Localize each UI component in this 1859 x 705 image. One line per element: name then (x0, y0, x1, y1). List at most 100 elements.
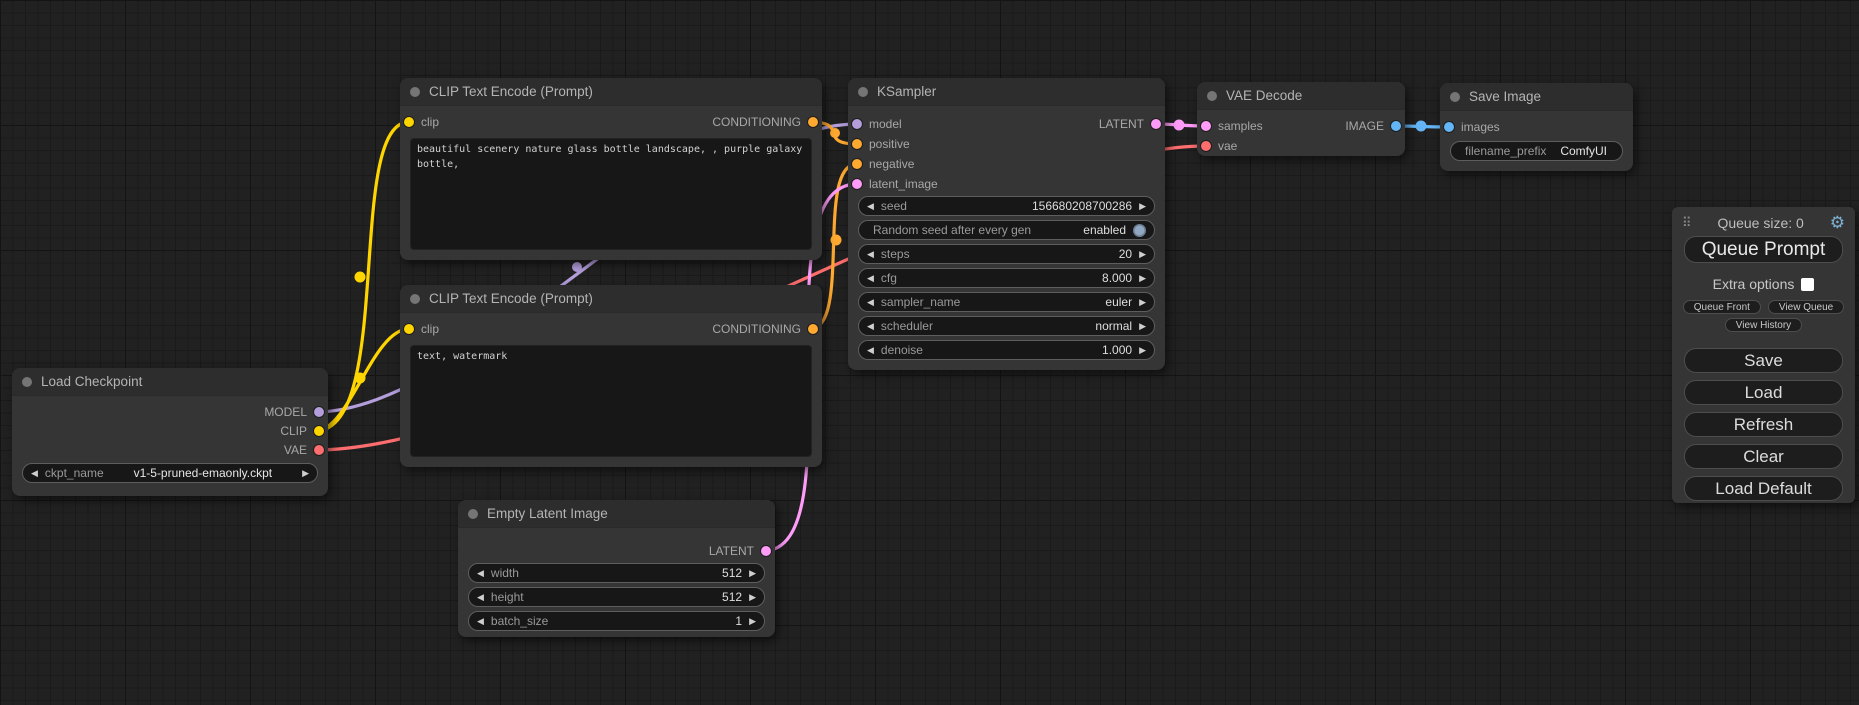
output-slot-conditioning: CONDITIONING (712, 322, 818, 336)
output-dot-latent[interactable] (761, 546, 771, 556)
left-arrow-icon[interactable]: ◀ (477, 617, 484, 626)
right-arrow-icon[interactable]: ▶ (749, 617, 756, 626)
link-midpoint-dot-clip1[interactable] (355, 272, 366, 283)
collapse-dot-icon[interactable] (410, 294, 420, 304)
output-dot-image[interactable] (1391, 121, 1401, 131)
load-button[interactable]: Load (1684, 380, 1843, 405)
widget-sampler-name[interactable]: ◀ sampler_name euler ▶ (858, 292, 1155, 312)
toggle-knob-icon[interactable] (1133, 224, 1146, 237)
save-button[interactable]: Save (1684, 348, 1843, 373)
widget-random-seed-toggle[interactable]: Random seed after every gen enabled (858, 220, 1155, 240)
right-arrow-icon[interactable]: ▶ (1139, 250, 1146, 259)
output-dot-vae[interactable] (314, 445, 324, 455)
widget-width[interactable]: ◀ width 512 ▶ (468, 563, 765, 583)
link-midpoint-dot-cond2[interactable] (831, 235, 842, 246)
widget-scheduler[interactable]: ◀ scheduler normal ▶ (858, 316, 1155, 336)
right-arrow-icon[interactable]: ▶ (1139, 298, 1146, 307)
output-dot-latent[interactable] (1151, 119, 1161, 129)
widget-value[interactable]: 8.000 (1102, 271, 1132, 285)
collapse-dot-icon[interactable] (858, 87, 868, 97)
right-arrow-icon[interactable]: ▶ (1139, 346, 1146, 355)
link-midpoint-dot-clip2[interactable] (355, 373, 366, 384)
output-dot-conditioning[interactable] (808, 117, 818, 127)
load-default-button[interactable]: Load Default (1684, 476, 1843, 501)
widget-value[interactable]: 20 (1119, 247, 1132, 261)
widget-steps[interactable]: ◀ steps 20 ▶ (858, 244, 1155, 264)
widget-seed[interactable]: ◀ seed 156680208700286 ▶ (858, 196, 1155, 216)
input-dot-negative[interactable] (852, 159, 862, 169)
right-arrow-icon[interactable]: ▶ (1139, 322, 1146, 331)
collapse-dot-icon[interactable] (22, 377, 32, 387)
view-queue-button[interactable]: View Queue (1768, 300, 1844, 314)
widget-batch-size[interactable]: ◀ batch_size 1 ▶ (468, 611, 765, 631)
extra-options-checkbox[interactable] (1801, 278, 1814, 291)
left-arrow-icon[interactable]: ◀ (867, 322, 874, 331)
node-title-bar[interactable]: Save Image (1440, 83, 1633, 111)
input-dot-latent-image[interactable] (852, 179, 862, 189)
input-dot-images[interactable] (1444, 122, 1454, 132)
left-arrow-icon[interactable]: ◀ (867, 250, 874, 259)
slot-label: positive (869, 137, 910, 151)
widget-value[interactable]: normal (1095, 319, 1132, 333)
widget-value[interactable]: 1.000 (1102, 343, 1132, 357)
left-arrow-icon[interactable]: ◀ (477, 593, 484, 602)
collapse-dot-icon[interactable] (1207, 91, 1217, 101)
node-title-bar[interactable]: KSampler (848, 78, 1165, 106)
prompt-textarea-negative[interactable]: text, watermark (410, 345, 812, 457)
queue-prompt-button[interactable]: Queue Prompt (1684, 236, 1843, 263)
node-title-bar[interactable]: CLIP Text Encode (Prompt) (400, 285, 822, 313)
link-midpoint-dot-cond1[interactable] (830, 128, 840, 138)
refresh-button[interactable]: Refresh (1684, 412, 1843, 437)
right-arrow-icon[interactable]: ▶ (1139, 202, 1146, 211)
widget-value[interactable]: v1-5-pruned-emaonly.ckpt (111, 466, 295, 480)
widget-value[interactable]: 512 (722, 590, 742, 604)
collapse-dot-icon[interactable] (468, 509, 478, 519)
widget-value[interactable]: ComfyUI (1553, 144, 1614, 158)
left-arrow-icon[interactable]: ◀ (867, 202, 874, 211)
widget-value[interactable]: 512 (722, 566, 742, 580)
left-arrow-icon[interactable]: ◀ (867, 298, 874, 307)
right-arrow-icon[interactable]: ▶ (1139, 274, 1146, 283)
widget-value[interactable]: euler (1105, 295, 1132, 309)
gear-icon[interactable]: ⚙ (1830, 214, 1845, 231)
link-midpoint-dot-image[interactable] (1416, 121, 1427, 132)
node-title: Save Image (1469, 89, 1541, 104)
widget-value[interactable]: enabled (1083, 223, 1126, 237)
clear-button[interactable]: Clear (1684, 444, 1843, 469)
right-arrow-icon[interactable]: ▶ (749, 593, 756, 602)
left-arrow-icon[interactable]: ◀ (477, 569, 484, 578)
input-dot-positive[interactable] (852, 139, 862, 149)
input-dot-clip[interactable] (404, 324, 414, 334)
output-dot-model[interactable] (314, 407, 324, 417)
queue-front-button[interactable]: Queue Front (1683, 300, 1761, 314)
widget-value[interactable]: 1 (735, 614, 742, 628)
left-arrow-icon[interactable]: ◀ (867, 274, 874, 283)
node-title-bar[interactable]: Empty Latent Image (458, 500, 775, 528)
output-dot-clip[interactable] (314, 426, 324, 436)
widget-denoise[interactable]: ◀ denoise 1.000 ▶ (858, 340, 1155, 360)
widget-cfg[interactable]: ◀ cfg 8.000 ▶ (858, 268, 1155, 288)
widget-filename-prefix[interactable]: filename_prefix ComfyUI (1450, 141, 1623, 161)
drag-handle-icon[interactable]: ⠿ (1682, 215, 1692, 231)
widget-ckpt-name[interactable]: ◀ ckpt_name v1-5-pruned-emaonly.ckpt ▶ (22, 463, 318, 483)
left-arrow-icon[interactable]: ◀ (31, 469, 38, 478)
collapse-dot-icon[interactable] (1450, 92, 1460, 102)
prompt-textarea-positive[interactable]: beautiful scenery nature glass bottle la… (410, 138, 812, 250)
right-arrow-icon[interactable]: ▶ (749, 569, 756, 578)
node-title-bar[interactable]: CLIP Text Encode (Prompt) (400, 78, 822, 106)
widget-value[interactable]: 156680208700286 (1032, 199, 1132, 213)
right-arrow-icon[interactable]: ▶ (302, 469, 309, 478)
collapse-dot-icon[interactable] (410, 87, 420, 97)
output-dot-conditioning[interactable] (808, 324, 818, 334)
input-dot-vae[interactable] (1201, 141, 1211, 151)
widget-height[interactable]: ◀ height 512 ▶ (468, 587, 765, 607)
view-history-button[interactable]: View History (1725, 318, 1802, 332)
left-arrow-icon[interactable]: ◀ (867, 346, 874, 355)
node-title-bar[interactable]: VAE Decode (1197, 82, 1405, 110)
input-dot-model[interactable] (852, 119, 862, 129)
link-midpoint-dot-model[interactable] (572, 262, 582, 272)
node-title-bar[interactable]: Load Checkpoint (12, 368, 328, 396)
input-dot-samples[interactable] (1201, 121, 1211, 131)
link-midpoint-dot-latent[interactable] (1174, 120, 1185, 131)
input-dot-clip[interactable] (404, 117, 414, 127)
